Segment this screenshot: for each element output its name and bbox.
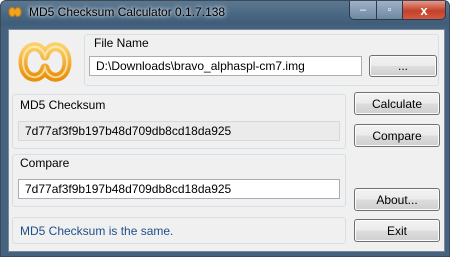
md5-checksum-label: MD5 Checksum: [20, 98, 106, 112]
compare-label: Compare: [20, 156, 70, 170]
window-controls: – ▫ x: [349, 1, 446, 20]
client-area: File Name D:\Downloads\bravo_alphaspl-cm…: [8, 29, 445, 252]
calculate-button[interactable]: Calculate: [354, 92, 440, 115]
compare-input[interactable]: 7d77af3f9b197b48d709db8cd18da925: [18, 179, 340, 199]
compare-button[interactable]: Compare: [354, 124, 440, 147]
file-path-input[interactable]: D:\Downloads\bravo_alphaspl-cm7.img: [89, 56, 362, 76]
maximize-button[interactable]: ▫: [377, 1, 403, 20]
exit-button[interactable]: Exit: [354, 219, 440, 242]
about-button[interactable]: About...: [354, 188, 440, 211]
file-name-label: File Name: [94, 36, 149, 50]
app-window: MD5 Checksum Calculator 0.1.7.138 – ▫ x …: [0, 0, 450, 257]
logo-icon: [18, 42, 72, 82]
status-text: MD5 Checksum is the same.: [20, 224, 174, 238]
md5-checksum-field: 7d77af3f9b197b48d709db8cd18da925: [18, 121, 340, 141]
browse-button[interactable]: ...: [369, 55, 437, 77]
window-title: MD5 Checksum Calculator 0.1.7.138: [29, 5, 226, 19]
close-button[interactable]: x: [403, 1, 446, 20]
title-bar[interactable]: MD5 Checksum Calculator 0.1.7.138 – ▫ x: [1, 1, 449, 25]
app-icon: [8, 7, 22, 17]
minimize-button[interactable]: –: [349, 1, 377, 20]
